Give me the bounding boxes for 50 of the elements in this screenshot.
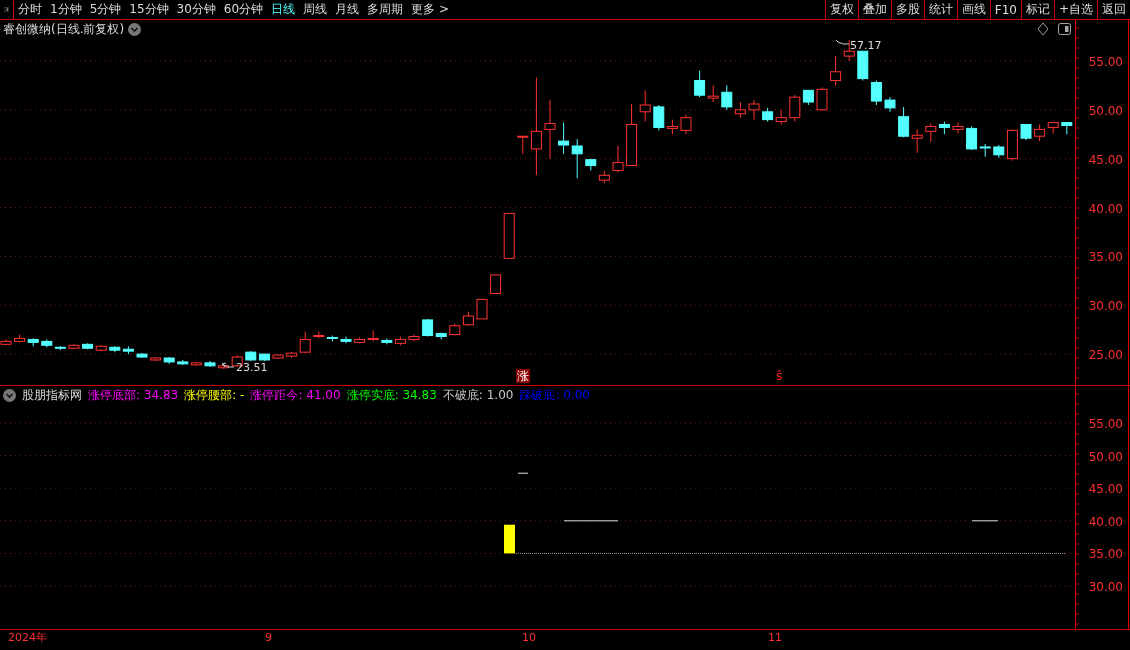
- chevron-down-icon[interactable]: [128, 23, 142, 36]
- price-axis-label: 50.00: [1088, 103, 1123, 118]
- price-axis-label: 45.00: [1088, 482, 1123, 497]
- indicator-name: 股朋指标网: [22, 387, 82, 404]
- period-tab[interactable]: 日线: [267, 0, 300, 19]
- period-tab[interactable]: 1分钟: [46, 0, 86, 19]
- diamond-icon[interactable]: [1037, 22, 1049, 36]
- period-tab[interactable]: 30分钟: [172, 0, 220, 19]
- indicator-value: 涨停距今: 41.00: [250, 387, 341, 404]
- price-axis-label: 40.00: [1088, 514, 1123, 529]
- stock-title: 睿创微纳(日线.前复权): [3, 21, 125, 38]
- price-axis-label: 30.00: [1088, 299, 1123, 314]
- signal-marker: ŝ: [776, 369, 783, 383]
- indicator-value: 涨停腰部: -: [184, 387, 245, 404]
- price-axis-label: 35.00: [1088, 250, 1123, 265]
- price-axis-label: 45.00: [1088, 152, 1123, 167]
- price-axis-label: 55.00: [1088, 55, 1123, 69]
- high-price-label: 57.17: [850, 39, 882, 52]
- leader-line: [221, 362, 235, 368]
- leader-line: [835, 39, 850, 45]
- indicator-value: 涨停实底: 34.83: [346, 387, 437, 404]
- period-tab[interactable]: 更多 >: [407, 0, 453, 19]
- indicator-line: [971, 520, 999, 522]
- period-tab[interactable]: 多周期: [363, 0, 408, 19]
- date-label: 11: [768, 631, 782, 645]
- indicator-value: 涨停底部: 34.83: [88, 387, 179, 404]
- price-axis-label: 40.00: [1088, 201, 1123, 216]
- price-axis-label: 50.00: [1088, 449, 1123, 464]
- period-tab[interactable]: 分时: [14, 0, 46, 19]
- price-axis-label: 25.00: [1088, 348, 1123, 363]
- period-tab[interactable]: 周线: [299, 0, 332, 19]
- indicator-line: [517, 472, 529, 474]
- price-axis-label: 35.00: [1088, 547, 1123, 562]
- period-tab[interactable]: 60分钟: [219, 0, 268, 19]
- date-label: 9: [265, 631, 272, 645]
- indicator-bar: [504, 524, 515, 554]
- period-tab[interactable]: 月线: [331, 0, 364, 19]
- date-label: 2024年: [8, 631, 47, 645]
- price-axis-label: 30.00: [1088, 580, 1123, 594]
- low-price-label: 23.51: [236, 361, 268, 374]
- indicator-value: 不破底: 1.00: [442, 387, 514, 404]
- period-tab[interactable]: 15分钟: [125, 0, 173, 19]
- panel-toggle-icon[interactable]: [1058, 23, 1071, 35]
- price-axis-label: 55.00: [1088, 417, 1123, 431]
- period-tab[interactable]: 5分钟: [85, 0, 126, 19]
- signal-marker: 涨: [516, 369, 530, 383]
- date-label: 10: [522, 631, 536, 645]
- indicator-value: 踩破底: 0.00: [519, 387, 590, 404]
- chevron-down-icon[interactable]: [3, 389, 16, 402]
- indicator-line: [563, 520, 619, 522]
